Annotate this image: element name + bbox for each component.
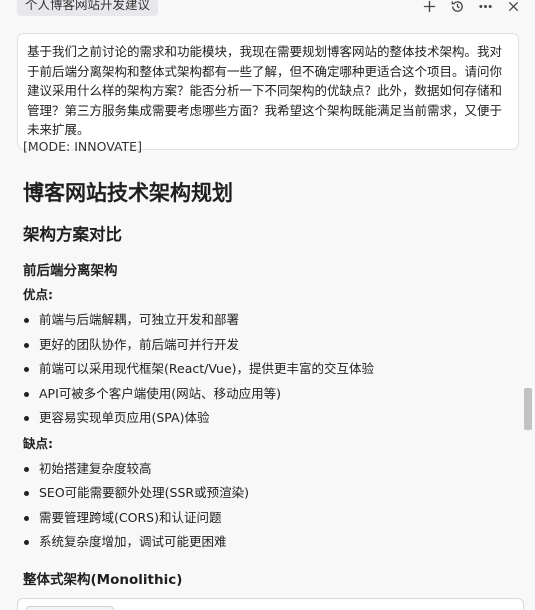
mode-indicator: [MODE: INNOVATE]: [23, 139, 142, 154]
bullet-icon: [24, 367, 29, 372]
bullet-icon: [24, 318, 29, 323]
response-title: 博客网站技术架构规划: [23, 181, 233, 205]
assistant-response: [MODE: INNOVATE] 博客网站技术架构规划 架构方案对比 前后端分离…: [23, 137, 513, 591]
list-item: 更好的团队协作，前后端可并行开发: [23, 333, 513, 358]
list-item: API可被多个客户端使用(网站、移动应用等): [23, 382, 513, 407]
toolbar-icons: [421, 0, 521, 14]
list-item: 前端可以采用现代框架(React/Vue)，提供更丰富的交互体验: [23, 357, 513, 382]
plus-icon[interactable]: [421, 0, 437, 14]
list-item: 系统复杂度增加，调试可能更困难: [23, 530, 513, 555]
cons-list: 初始搭建复杂度较高 SEO可能需要额外处理(SSR或预渲染) 需要管理跨域(CO…: [23, 457, 513, 555]
bullet-icon: [24, 515, 29, 521]
bullet-icon: [24, 391, 29, 397]
bullet-icon: [24, 491, 29, 496]
top-bar: 个人博客网站开发建议: [0, 0, 535, 18]
cons-label: 缺点:: [23, 435, 53, 451]
bullet-icon: [24, 540, 29, 545]
list-item: 初始搭建复杂度较高: [23, 457, 513, 482]
user-message-text: 基于我们之前讨论的需求和功能模块，我现在需要规划博客网站的整体技术架构。我对于前…: [27, 44, 503, 137]
pros-label: 优点:: [23, 287, 53, 302]
list-item: 更容易实现单页应用(SPA)体验: [23, 406, 513, 431]
list-item: SEO可能需要额外处理(SSR或预渲染): [23, 481, 513, 506]
bullet-icon: [24, 342, 29, 348]
close-icon[interactable]: [505, 0, 521, 14]
list-item: 需要管理跨域(CORS)和认证问题: [23, 506, 513, 531]
scrollbar-thumb[interactable]: [524, 388, 532, 430]
user-message[interactable]: 基于我们之前讨论的需求和功能模块，我现在需要规划博客网站的整体技术架构。我对于前…: [17, 33, 519, 150]
more-icon[interactable]: [477, 0, 493, 14]
history-icon[interactable]: [449, 0, 465, 14]
pros-list: 前端与后端解耦，可独立开发和部署 更好的团队协作，前后端可并行开发 前端可以采用…: [23, 308, 513, 431]
bullet-icon: [24, 416, 29, 421]
bullet-icon: [24, 466, 29, 472]
chat-panel: 个人博客网站开发建议 基于我们之前讨论的需求和功能模块，我现在需要规划博客网站的…: [0, 0, 535, 610]
conversation-title-tab[interactable]: 个人博客网站开发建议: [17, 0, 159, 16]
subsection-heading-separated: 前后端分离架构: [23, 263, 118, 279]
list-item: 前端与后端解耦，可独立开发和部署: [23, 308, 513, 333]
chat-input-box[interactable]: [17, 598, 524, 610]
section-heading: 架构方案对比: [23, 225, 122, 244]
context-chip[interactable]: [26, 606, 114, 610]
subsection-heading-monolithic: 整体式架构(Monolithic): [23, 571, 183, 588]
